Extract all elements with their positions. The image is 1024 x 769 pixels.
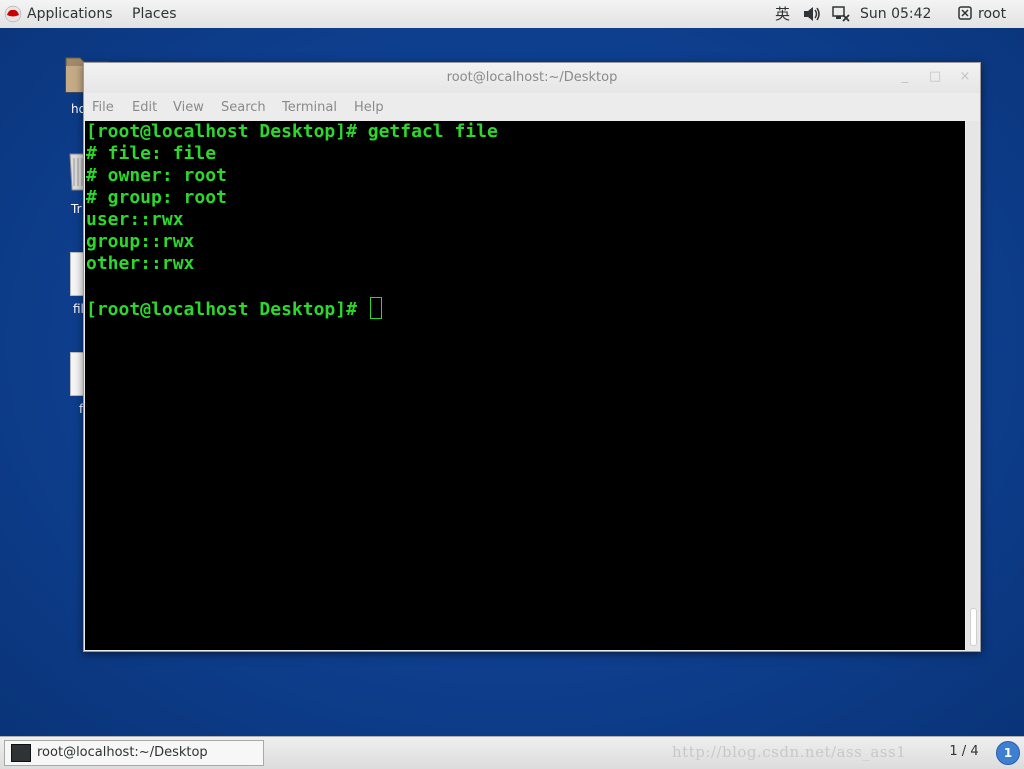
menu-help[interactable]: Help	[354, 100, 384, 115]
menu-file[interactable]: File	[92, 100, 114, 115]
applications-menu[interactable]: Applications	[27, 0, 113, 28]
terminal-line: # file: file	[86, 143, 217, 164]
user-menu[interactable]: root	[978, 0, 1006, 28]
maximize-button[interactable]: □	[928, 70, 942, 84]
desktop-icon-label: Tr	[71, 202, 82, 216]
workspace-indicator[interactable]: 1 / 4	[940, 741, 988, 763]
menu-search[interactable]: Search	[221, 100, 266, 115]
terminal-line: other::rwx	[86, 253, 195, 274]
taskbar-window-button[interactable]: root@localhost:~/Desktop	[4, 740, 264, 766]
window-title: root@localhost:~/Desktop	[446, 70, 618, 85]
notification-icon[interactable]: 1	[996, 741, 1020, 765]
terminal-prompt: [root@localhost Desktop]#	[86, 299, 368, 320]
input-method-indicator[interactable]: 英	[775, 0, 790, 28]
top-panel: Applications Places 英 Sun 05:42 root	[0, 0, 1024, 29]
terminal-line: # owner: root	[86, 165, 227, 186]
terminal-output: [root@localhost Desktop]# getfacl file #…	[86, 121, 498, 321]
volume-icon[interactable]	[803, 6, 821, 22]
network-icon[interactable]	[832, 6, 850, 22]
terminal-window[interactable]: root@localhost:~/Desktop _ □ × File Edit…	[83, 62, 981, 652]
close-button[interactable]: ×	[958, 70, 972, 84]
terminal-line: # group: root	[86, 187, 227, 208]
terminal-screen[interactable]: [root@localhost Desktop]# getfacl file #…	[85, 121, 965, 650]
user-icon[interactable]	[958, 6, 972, 22]
terminal-icon	[11, 744, 31, 762]
watermark-text: http://blog.csdn.net/ass_ass1	[672, 743, 907, 761]
terminal-cursor	[369, 297, 382, 319]
terminal-line: group::rwx	[86, 231, 195, 252]
bottom-panel: root@localhost:~/Desktop http://blog.csd…	[0, 736, 1024, 769]
menu-edit[interactable]: Edit	[132, 100, 157, 115]
menu-terminal[interactable]: Terminal	[282, 100, 337, 115]
taskbar-window-label: root@localhost:~/Desktop	[37, 745, 208, 760]
clock[interactable]: Sun 05:42	[860, 0, 931, 28]
places-menu[interactable]: Places	[132, 0, 177, 28]
window-titlebar[interactable]: root@localhost:~/Desktop _ □ ×	[84, 63, 980, 93]
scrollbar-thumb[interactable]	[970, 608, 977, 646]
terminal-scrollbar[interactable]	[966, 121, 979, 650]
terminal-line: [root@localhost Desktop]# getfacl file	[86, 121, 498, 142]
redhat-logo-icon[interactable]	[4, 5, 22, 23]
minimize-button[interactable]: _	[898, 70, 912, 84]
menu-bar: File Edit View Search Terminal Help	[84, 93, 980, 121]
terminal-line: user::rwx	[86, 209, 184, 230]
menu-view[interactable]: View	[173, 100, 204, 115]
